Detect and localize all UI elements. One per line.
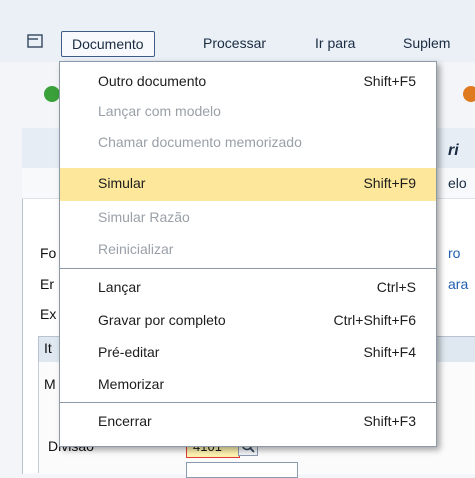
menu-item-chamar-documento: Chamar documento memorizado bbox=[98, 134, 302, 150]
link-fragment-2[interactable]: ara bbox=[448, 276, 468, 292]
menu-ir-para[interactable]: Ir para bbox=[315, 30, 355, 56]
menu-item-pre-editar[interactable]: Pré-editar Shift+F4 bbox=[60, 339, 436, 368]
field-label-m: M bbox=[44, 376, 56, 392]
menu-item-memorizar[interactable]: Memorizar bbox=[60, 371, 436, 400]
menu-separator bbox=[60, 402, 436, 403]
menu-item-reinicializar: Reinicializar bbox=[98, 241, 174, 257]
documento-dropdown: Outro documento Shift+F5 Lançar com model… bbox=[59, 61, 437, 447]
field-label-ex: Ex bbox=[40, 306, 57, 322]
link-fragment-1[interactable]: ro bbox=[448, 245, 460, 261]
menu-item-outro-documento[interactable]: Outro documento Shift+F5 bbox=[60, 68, 436, 97]
help-icon[interactable] bbox=[463, 86, 475, 102]
field-label-er: Er bbox=[40, 276, 54, 292]
menu-suplementos[interactable]: Suplem bbox=[403, 30, 450, 56]
header-fragment: elo bbox=[448, 175, 467, 191]
menu-item-gravar-por-completo[interactable]: Gravar por completo Ctrl+Shift+F6 bbox=[60, 307, 436, 336]
menu-processar[interactable]: Processar bbox=[203, 30, 266, 56]
menu-item-encerrar[interactable]: Encerrar Shift+F3 bbox=[60, 408, 436, 437]
menu-separator bbox=[60, 268, 436, 269]
menu-item-lancar[interactable]: Lançar Ctrl+S bbox=[60, 274, 436, 303]
menu-item-simular-razao: Simular Razão bbox=[98, 209, 190, 225]
app-menu-icon[interactable] bbox=[27, 34, 43, 48]
field-label-fo: Fo bbox=[40, 245, 57, 261]
menu-item-simular[interactable]: Simular Shift+F9 bbox=[60, 168, 436, 201]
menu-item-lancar-com-modelo: Lançar com modelo bbox=[98, 103, 221, 119]
tab-items[interactable]: It bbox=[44, 340, 52, 356]
menubar: Documento Processar Ir para Suplem bbox=[0, 0, 475, 63]
second-input[interactable] bbox=[186, 462, 298, 478]
enter-icon[interactable] bbox=[44, 86, 60, 102]
panel-title-fragment: ri bbox=[448, 142, 459, 159]
menu-documento[interactable]: Documento bbox=[61, 31, 155, 57]
